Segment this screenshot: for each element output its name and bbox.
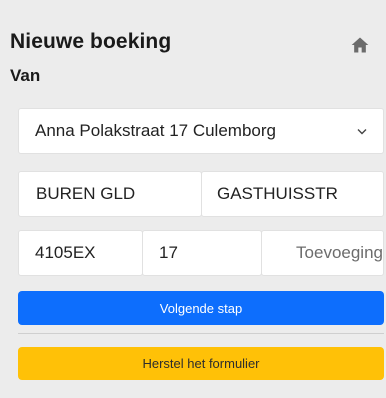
postal-code-field[interactable]: 4105EX — [18, 230, 143, 276]
divider — [18, 333, 384, 334]
addition-input[interactable] — [271, 243, 383, 263]
street-field[interactable]: GASTHUISSTR — [201, 171, 384, 217]
header: Nieuwe boeking Van — [0, 0, 386, 95]
address-select-value: Anna Polakstraat 17 Culemborg — [35, 121, 276, 140]
street-value: GASTHUISSTR — [217, 184, 338, 203]
chevron-down-icon — [357, 129, 367, 135]
page-title: Nieuwe boeking — [10, 30, 172, 53]
home-icon[interactable] — [350, 35, 370, 55]
house-number-value: 17 — [159, 243, 178, 262]
reset-form-label: Herstel het formulier — [142, 356, 260, 371]
next-step-button[interactable]: Volgende stap — [18, 291, 384, 325]
city-field[interactable]: BUREN GLD — [18, 171, 202, 217]
city-value: BUREN GLD — [36, 184, 136, 203]
reset-form-button[interactable]: Herstel het formulier — [18, 347, 384, 380]
postal-code-value: 4105EX — [35, 243, 96, 262]
house-number-field[interactable]: 17 — [142, 230, 262, 276]
address-select[interactable]: Anna Polakstraat 17 Culemborg — [18, 108, 384, 154]
section-subtitle: Van — [10, 66, 41, 85]
addition-field[interactable] — [261, 230, 384, 276]
next-step-label: Volgende stap — [159, 300, 243, 316]
